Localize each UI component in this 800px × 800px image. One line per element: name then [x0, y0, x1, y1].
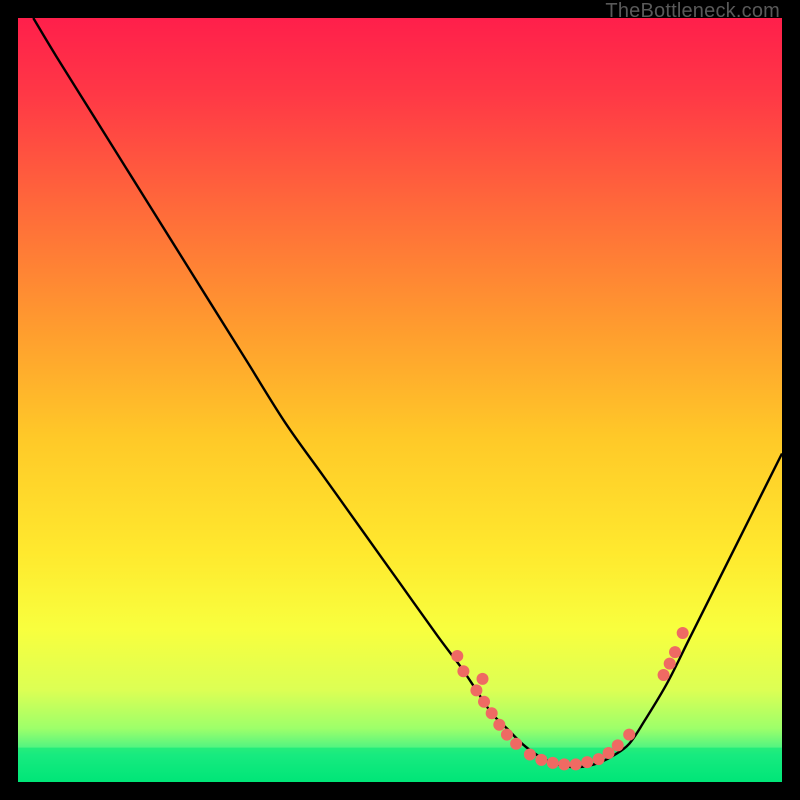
data-dot	[524, 748, 536, 760]
data-dot	[477, 673, 489, 685]
data-dot	[658, 669, 670, 681]
data-dot	[470, 684, 482, 696]
watermark-text: TheBottleneck.com	[605, 0, 780, 23]
data-dot	[558, 758, 570, 770]
data-dot	[478, 696, 490, 708]
data-dot	[623, 729, 635, 741]
data-dot	[535, 754, 547, 766]
data-dot	[510, 738, 522, 750]
data-dot	[612, 739, 624, 751]
data-dot	[451, 650, 463, 662]
data-dot	[547, 757, 559, 769]
chart-frame	[18, 18, 782, 782]
green-band	[18, 748, 782, 782]
chart-svg	[18, 18, 782, 782]
data-dot	[593, 753, 605, 765]
data-dot	[501, 729, 513, 741]
data-dot	[677, 627, 689, 639]
data-dot	[486, 707, 498, 719]
data-dot	[664, 658, 676, 670]
data-dot	[493, 719, 505, 731]
data-dot	[603, 747, 615, 759]
data-dot	[570, 758, 582, 770]
data-dot	[581, 756, 593, 768]
data-dot	[669, 646, 681, 658]
data-dot	[457, 665, 469, 677]
